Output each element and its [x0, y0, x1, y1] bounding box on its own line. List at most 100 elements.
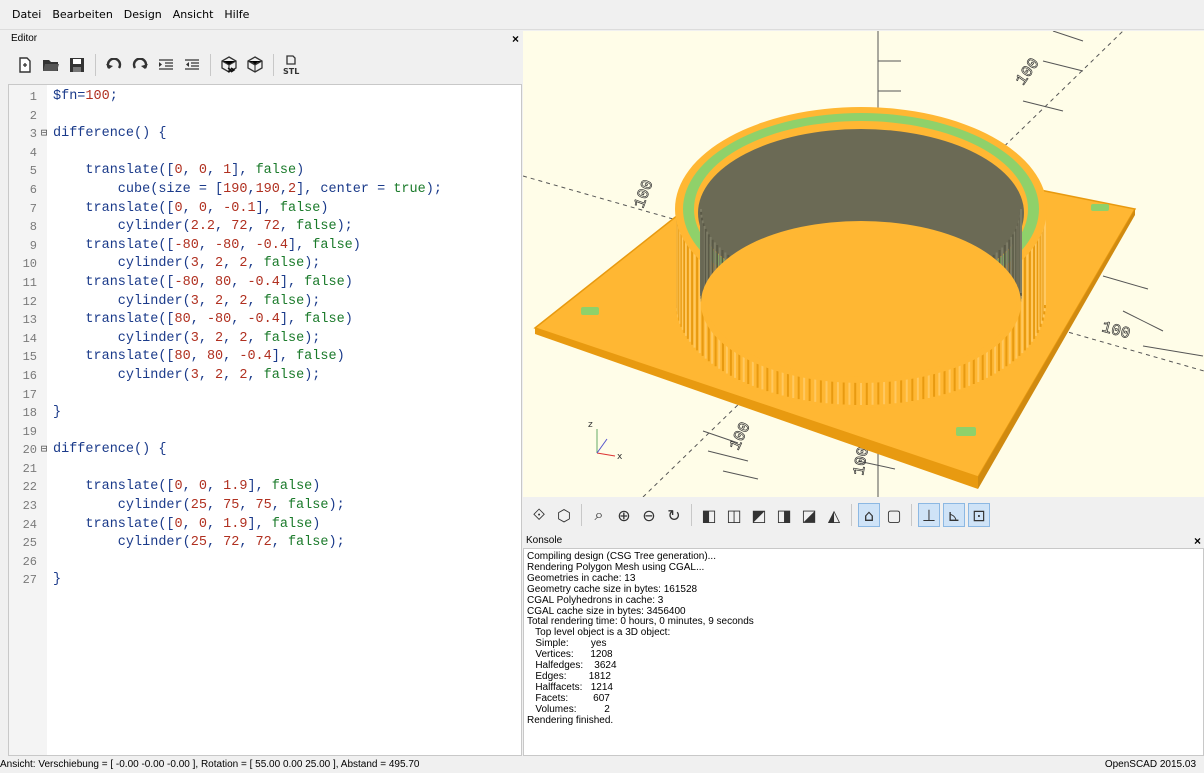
- console-line: CGAL Polyhedrons in cache: 3: [527, 594, 664, 606]
- view-right-icon[interactable]: ◧: [698, 503, 720, 527]
- line-number: 25: [22, 536, 37, 551]
- corner-hole: [1091, 204, 1109, 211]
- console-close-button[interactable]: ×: [1194, 534, 1201, 548]
- line-number: 3: [29, 127, 37, 142]
- new-file-icon[interactable]: [14, 54, 36, 76]
- editor-close-button[interactable]: ×: [512, 32, 519, 46]
- redo-icon[interactable]: [129, 54, 151, 76]
- status-bar: Ansicht: Verschiebung = [ -0.00 -0.00 -0…: [0, 756, 1204, 773]
- code-line: 18}: [9, 404, 521, 423]
- line-number: 6: [29, 182, 37, 197]
- fold-marker[interactable]: ⊟: [40, 125, 48, 144]
- view-toolbar: ⟐ ⬡ ⌕ ⊕ ⊖ ↻ ◧ ◫ ◩ ◨ ◪ ◭ ⌂ ▢ ⊥ ⊾ ⊡: [523, 497, 1204, 533]
- code-line: 26: [9, 553, 521, 572]
- code-line: 7 translate([0, 0, -0.1], false): [9, 200, 521, 219]
- export-stl-icon[interactable]: STL: [281, 54, 303, 76]
- code-line: 20 ⊟ difference() {: [9, 441, 521, 460]
- line-number: 11: [22, 275, 37, 290]
- code-text: translate([0, 0, 1], false): [53, 163, 305, 179]
- console-title: Konsole: [526, 535, 563, 546]
- show-axes-icon[interactable]: ⊥: [918, 503, 940, 527]
- 3d-viewport[interactable]: 100 100 100 100 100 z x: [523, 31, 1204, 497]
- view-top-icon[interactable]: ◫: [723, 503, 745, 527]
- code-line: 17: [9, 386, 521, 405]
- open-file-icon[interactable]: [40, 54, 62, 76]
- preview-icon[interactable]: ⟐: [528, 503, 550, 527]
- ruler-label: 100: [726, 419, 754, 453]
- viewport-canvas[interactable]: 100 100 100 100 100 z x: [523, 31, 1204, 497]
- menu-hilfe[interactable]: Hilfe: [224, 8, 249, 21]
- code-text: cylinder(25, 72, 72, false);: [53, 535, 345, 551]
- preview-icon[interactable]: [218, 54, 240, 76]
- code-line: 9 translate([-80, -80, -0.4], false): [9, 237, 521, 256]
- perspective-icon[interactable]: ⌂: [858, 503, 880, 527]
- toolbar-separator: [581, 504, 582, 526]
- code-text: translate([0, 0, 1.9], false): [53, 516, 321, 532]
- code-line: 10 cylinder(3, 2, 2, false);: [9, 255, 521, 274]
- view-bottom-icon[interactable]: ◩: [748, 503, 770, 527]
- line-number: 23: [22, 499, 37, 514]
- code-line: 23 cylinder(25, 75, 75, false);: [9, 497, 521, 516]
- editor-toolbar: STL: [8, 46, 522, 84]
- line-number: 19: [22, 424, 37, 439]
- code-lines: 1 $fn=100; 2 3 ⊟ difference() {4 5 translate([…: [9, 88, 521, 590]
- editor-pane: Editor × STL 1 $fn=100; 2 3 ⊟ difference…: [8, 31, 522, 756]
- toolbar-separator: [210, 54, 211, 76]
- view-back-icon[interactable]: ◭: [823, 503, 845, 527]
- ring-floor-top: [705, 221, 1017, 377]
- ruler-label: 100: [1012, 55, 1043, 89]
- undo-icon[interactable]: [103, 54, 125, 76]
- menu-ansicht[interactable]: Ansicht: [173, 8, 214, 21]
- line-number: 20: [22, 443, 37, 458]
- code-editor[interactable]: 1 $fn=100; 2 3 ⊟ difference() {4 5 translate([…: [8, 84, 522, 756]
- line-number: 26: [22, 554, 37, 569]
- code-line: 1 $fn=100;: [9, 88, 521, 107]
- indent-icon[interactable]: [155, 54, 177, 76]
- render-icon[interactable]: [244, 54, 266, 76]
- line-number: 16: [22, 368, 37, 383]
- code-text: translate([80, -80, -0.4], false): [53, 312, 353, 328]
- axis-indicator: z x: [588, 420, 623, 462]
- view-front-icon[interactable]: ◪: [798, 503, 820, 527]
- orthogonal-icon[interactable]: ▢: [883, 503, 905, 527]
- line-number: 27: [22, 573, 37, 588]
- console-line: Volumes: 2: [527, 703, 610, 715]
- view-left-icon[interactable]: ◨: [773, 503, 795, 527]
- console-output[interactable]: Compiling design (CSG Tree generation)..…: [523, 548, 1204, 756]
- code-text: cylinder(3, 2, 2, false);: [53, 330, 321, 346]
- reset-view-icon[interactable]: ↻: [663, 503, 685, 527]
- code-text: translate([80, 80, -0.4], false): [53, 349, 345, 365]
- zoom-in-icon[interactable]: ⊕: [613, 503, 635, 527]
- menu-bearbeiten[interactable]: Bearbeiten: [52, 8, 112, 21]
- line-number: 17: [22, 387, 37, 402]
- code-line: 22 translate([0, 0, 1.9], false): [9, 478, 521, 497]
- unindent-icon[interactable]: [181, 54, 203, 76]
- show-scale-icon[interactable]: ⊾: [943, 503, 965, 527]
- show-edges-icon[interactable]: ⊡: [968, 503, 990, 527]
- console-line: Halffacets: 1214: [527, 681, 613, 693]
- render-icon[interactable]: ⬡: [553, 503, 575, 527]
- line-number: 1: [29, 90, 37, 104]
- line-number: 24: [22, 517, 37, 532]
- ruler-label: 100: [631, 177, 658, 210]
- line-number: 7: [29, 201, 37, 216]
- fold-marker[interactable]: ⊟: [40, 441, 48, 460]
- console-line: Top level object is a 3D object:: [527, 627, 671, 639]
- code-line: 16 cylinder(3, 2, 2, false);: [9, 367, 521, 386]
- line-number: 15: [22, 350, 37, 365]
- menu-design[interactable]: Design: [124, 8, 162, 21]
- stl-label: STL: [283, 67, 299, 76]
- code-text: translate([0, 0, 1.9], false): [53, 479, 321, 495]
- save-icon[interactable]: [66, 54, 88, 76]
- code-text: cube(size = [190,190,2], center = true);: [53, 181, 442, 197]
- menu-bar: Datei Bearbeiten Design Ansicht Hilfe: [0, 0, 1204, 30]
- code-line: 13 translate([80, -80, -0.4], false): [9, 311, 521, 330]
- zoom-out-icon[interactable]: ⊖: [638, 503, 660, 527]
- menu-datei[interactable]: Datei: [12, 8, 41, 21]
- view-all-icon[interactable]: ⌕: [588, 503, 610, 527]
- code-line: 15 translate([80, 80, -0.4], false): [9, 348, 521, 367]
- code-line: 14 cylinder(3, 2, 2, false);: [9, 330, 521, 349]
- corner-hole: [581, 307, 599, 315]
- code-text: }: [53, 405, 62, 421]
- code-text: translate([-80, -80, -0.4], false): [53, 237, 361, 253]
